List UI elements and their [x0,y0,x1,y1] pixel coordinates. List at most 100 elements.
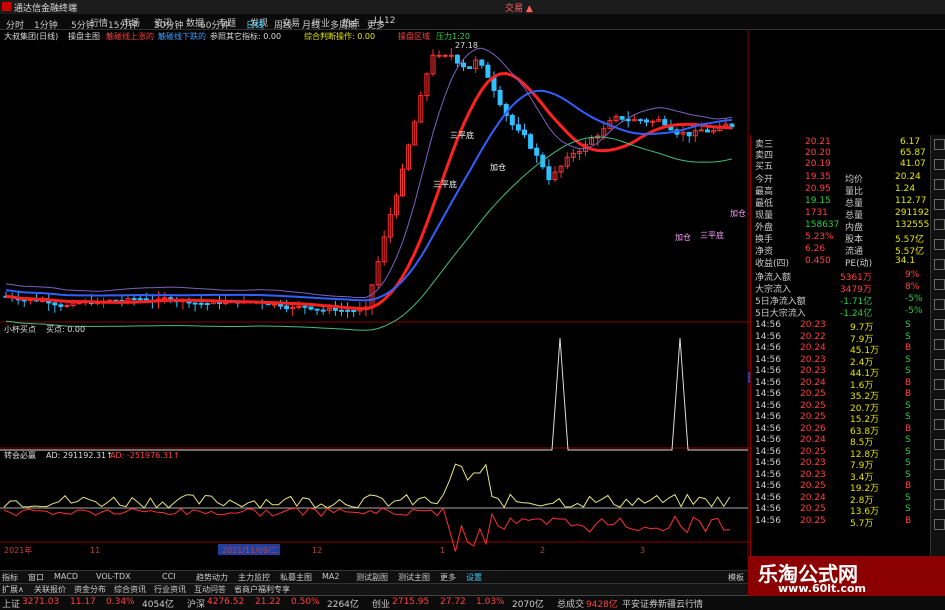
tab-4[interactable]: CCI [162,572,176,581]
ext-tab-5[interactable]: 互动问答 [194,584,226,595]
stat-value-b: 1731 [805,208,828,218]
side-tool-icon-10[interactable] [934,339,945,350]
tick-price: 20.25 [800,389,826,399]
tab-template[interactable]: 模板 [728,572,744,583]
ext-tab-3[interactable]: 综合资讯 [114,584,146,595]
stat-value-d: 34.1 [895,256,916,266]
side-tool-icon-16[interactable] [934,459,945,470]
tab-10[interactable]: 测试主图 [398,572,430,583]
side-tool-icon-4[interactable] [934,219,945,230]
tick-row-15: 14:56 20.24 2.8万 S [755,493,930,506]
main-label-1: 触碰线上涨的 [106,31,154,41]
status-c1-0: 11.17 [70,597,96,607]
candle-body-72 [442,54,448,57]
status-key-2: 创业 [372,600,391,610]
ext-tab-2[interactable]: 资金分布 [74,584,106,595]
side-tool-icon-2[interactable] [934,179,945,190]
tick-side: S [905,366,911,376]
tab-3[interactable]: VOL-TDX [96,572,131,581]
side-tool-icon-12[interactable] [934,379,945,390]
side-tool-icon-17[interactable] [934,479,945,490]
side-tool-icon-13[interactable] [934,399,945,410]
tab-12[interactable]: 设置 [466,572,482,583]
tab-5[interactable]: 趋势动力 [196,572,228,583]
status-bar: 上证 3271.03 11.17 0.34% 4054亿 沪深 4276.52 21.22 0.… [0,595,945,610]
tab-9[interactable]: 测试副图 [356,572,388,583]
tick-time: 14:56 [755,515,781,526]
status-c1-2: 27.72 [440,597,466,607]
side-tool-icon-9[interactable] [934,319,945,330]
stat-value-d: 112.77 [895,196,927,206]
candle-body-89 [546,166,552,181]
tick-row-8: 14:56 20.25 15.2万 S [755,412,930,425]
x-tick-5: 2 [540,546,545,555]
stat-row-1: 最高 20.95 量比 1.24 [755,184,930,197]
side-tool-icon-18[interactable] [934,499,945,510]
tick-time: 14:56 [755,481,781,491]
candle-body-105 [644,119,649,123]
tick-row-7: 14:56 20.25 20.7万 S [755,400,930,414]
candle-body-119 [729,123,735,128]
tick-row-6: 14:56 20.25 35.2万 B [755,389,930,402]
candle-body-33 [204,303,210,306]
tab-6[interactable]: 主力监控 [238,572,270,583]
side-tool-icon-14[interactable] [934,419,945,430]
tab-8[interactable]: MA2 [322,572,339,581]
side-tool-icon-7[interactable] [934,279,945,290]
stat-value-d: 1.24 [895,184,916,194]
candle-body-32 [198,302,204,305]
stock-name: 大叔集团(日线) [4,31,58,41]
indicator-tab-bar: 指标 窗口 MACD VOL-TDX CCI 趋势动力 主力监控 私募主图 MA2 测试副图 测试主… [0,570,750,584]
side-tool-icon-6[interactable] [934,259,945,270]
flow-row-0: 净流入额 5361万 9% [755,270,930,283]
flow-value: -1.24亿 [840,309,873,319]
tick-side: B [905,389,912,399]
stat-row-2: 最低 19.15 总量 112.77 [755,196,930,209]
sell-price: 20.19 [805,159,831,169]
x-tick-6: 3 [640,546,645,555]
candle-body-81 [497,89,503,106]
tab-0[interactable]: 指标 [2,572,18,583]
side-tool-icon-8[interactable] [934,299,945,310]
sell-price: 20.21 [805,137,831,147]
tick-row-4: 14:56 20.23 44.1万 S [755,366,930,379]
side-tool-icon-1[interactable] [934,159,945,170]
tab-7[interactable]: 私募主图 [280,572,312,583]
status-c1-3: 平安证券新疆云行情 [622,600,704,610]
tick-time: 14:56 [755,354,781,365]
sub2-yellow-line [3,463,731,509]
candle-body-108 [662,119,668,126]
side-tool-icon-5[interactable] [934,239,945,250]
status-val-3: 9428亿 [586,600,618,610]
side-tool-icon-3[interactable] [934,199,945,210]
ext-tab-1[interactable]: 关联报价 [34,584,66,595]
tick-price: 20.25 [800,412,826,422]
tick-price: 20.25 [800,515,826,526]
tick-time: 14:56 [755,389,781,399]
tab-2[interactable]: MACD [54,572,78,581]
candle-body-71 [436,54,442,57]
side-tool-icon-19[interactable] [934,519,945,530]
flow-row-3: 5日大宗流入 -1.24亿 -5% [755,306,930,319]
ext-tab-4[interactable]: 行业资讯 [154,584,186,595]
side-tool-icon-11[interactable] [934,359,945,370]
tab-11[interactable]: 更多 [440,572,456,583]
stat-value-b: 5.23% [805,232,834,242]
tick-row-0: 14:56 20.23 9.7万 S [755,320,930,333]
side-tool-icon-0[interactable] [934,139,945,150]
signal-label-3: 加仓 [675,232,691,242]
chart-area[interactable]: 大叔集团(日线) 操盘主图 触碰线上涨的 触碰线下跌的 参照其它指标: 0.00 综合判断… [0,30,750,558]
flow-ratio: -5% [905,294,923,304]
tick-price: 20.25 [800,400,826,411]
trade-button[interactable]: 交易 ▲ [505,1,533,14]
tick-time: 14:56 [755,377,781,388]
tick-time: 14:56 [755,446,781,457]
tick-side: B [905,423,912,434]
right-side-toolbar[interactable] [930,135,945,558]
tick-row-12: 14:56 20.23 7.9万 S [755,458,930,471]
side-tool-icon-15[interactable] [934,439,945,450]
ext-tab-0[interactable]: 扩展∧ [2,584,24,595]
tab-1[interactable]: 窗口 [28,572,44,583]
main-label-5: 操盘区域 [398,31,430,41]
ext-tab-6[interactable]: 省商户福利专享 [234,584,290,595]
